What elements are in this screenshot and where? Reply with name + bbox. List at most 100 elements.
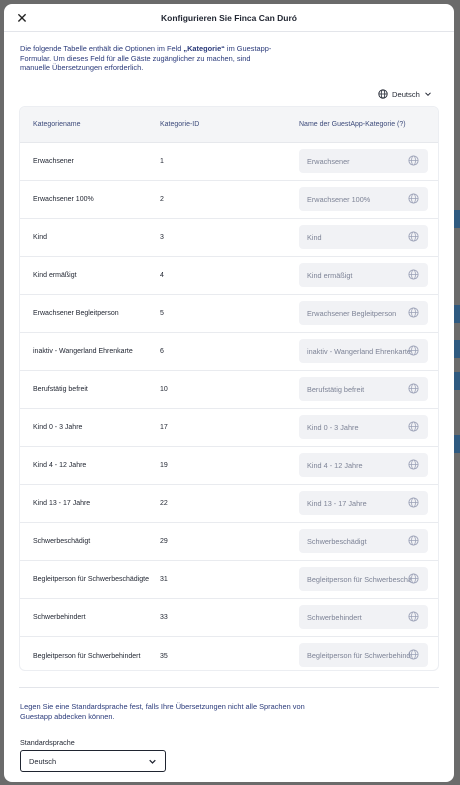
globe-icon[interactable]	[408, 269, 419, 282]
backdrop-strip	[454, 435, 460, 453]
globe-icon[interactable]	[408, 307, 419, 320]
close-icon[interactable]: ✕	[14, 10, 30, 26]
guestapp-name-input[interactable]: Begleitperson für Schwerbeschädigte	[299, 567, 428, 591]
table-row: Begleitperson für Schwerbeschädigte 31 Beg…	[20, 561, 438, 599]
guestapp-name-placeholder: Kind 4 - 12 Jahre	[307, 460, 363, 470]
backdrop-strip	[454, 210, 460, 228]
default-language-select[interactable]: Deutsch	[20, 750, 166, 772]
language-selector[interactable]: Deutsch	[378, 86, 432, 102]
default-language-value: Deutsch	[29, 756, 57, 766]
globe-icon[interactable]	[408, 421, 419, 434]
category-name: Kind 0 - 3 Jahre	[33, 424, 83, 431]
header-guestapp-name: Name der GuestApp-Kategorie (?)	[299, 121, 406, 128]
category-id: 19	[160, 462, 168, 469]
chevron-down-icon	[148, 757, 157, 768]
category-id: 17	[160, 424, 168, 431]
guestapp-name-input[interactable]: Erwachsener	[299, 149, 428, 173]
guestapp-name-input[interactable]: Kind 13 - 17 Jahre	[299, 491, 428, 515]
configure-modal: ✕ Konfigurieren Sie Finca Can Duró Die f…	[4, 4, 454, 782]
guestapp-name-input[interactable]: Erwachsener Begleitperson	[299, 301, 428, 325]
category-id: 1	[160, 158, 164, 165]
category-name: Kind 4 - 12 Jahre	[33, 462, 87, 469]
category-name: inaktiv - Wangerland Ehrenkarte	[33, 348, 133, 355]
guestapp-name-placeholder: Erwachsener Begleitperson	[307, 308, 397, 318]
category-name: Schwerbeschädigt	[33, 538, 91, 545]
guestapp-name-placeholder: inaktiv - Wangerland Ehrenkarte	[307, 346, 411, 356]
default-language-label: Standardsprache	[20, 738, 75, 747]
globe-icon[interactable]	[408, 649, 419, 662]
category-name: Schwerbehindert	[33, 614, 86, 621]
table-row: Kind 0 - 3 Jahre 17 Kind 0 - 3 Jahre	[20, 409, 438, 447]
globe-icon[interactable]	[408, 231, 419, 244]
table-body: Erwachsener 1 Erwachsener Erwachsener 100% 2…	[20, 143, 438, 670]
category-id: 6	[160, 348, 164, 355]
language-selector-value: Deutsch	[392, 89, 420, 99]
category-id: 5	[160, 310, 164, 317]
table-header: Kategoriename Kategorie-ID Name der Gues…	[20, 107, 438, 143]
category-name: Begleitperson für Schwerbeschädigte	[33, 576, 149, 583]
table-row: Schwerbehindert 33 Schwerbehindert	[20, 599, 438, 637]
intro-text: Die folgende Tabelle enthält die Optione…	[20, 44, 282, 73]
guestapp-name-input[interactable]: Kind	[299, 225, 428, 249]
table-row: Kind ermäßigt 4 Kind ermäßigt	[20, 257, 438, 295]
guestapp-name-placeholder: Kind 13 - 17 Jahre	[307, 498, 367, 508]
globe-icon[interactable]	[408, 497, 419, 510]
category-id: 33	[160, 614, 168, 621]
category-id: 31	[160, 576, 168, 583]
modal-header: ✕ Konfigurieren Sie Finca Can Duró	[4, 4, 454, 32]
category-id: 3	[160, 234, 164, 241]
table-row: Kind 3 Kind	[20, 219, 438, 257]
table-row: Schwerbeschädigt 29 Schwerbeschädigt	[20, 523, 438, 561]
guestapp-name-placeholder: Begleitperson für Schwerbeschädigte	[307, 574, 411, 584]
table-row: Begleitperson für Schwerbehindert 35 Begle…	[20, 637, 438, 670]
category-name: Kind 13 - 17 Jahre	[33, 500, 91, 507]
category-name: Erwachsener 100%	[33, 196, 94, 203]
default-language-hint: Legen Sie eine Standardsprache fest, fal…	[20, 702, 305, 721]
guestapp-name-input[interactable]: Erwachsener 100%	[299, 187, 428, 211]
guestapp-name-input[interactable]: inaktiv - Wangerland Ehrenkarte	[299, 339, 428, 363]
globe-icon[interactable]	[408, 459, 419, 472]
globe-icon[interactable]	[408, 611, 419, 624]
category-name: Kind ermäßigt	[33, 272, 77, 279]
guestapp-name-placeholder: Kind 0 - 3 Jahre	[307, 422, 359, 432]
guestapp-name-placeholder: Erwachsener 100%	[307, 194, 371, 204]
globe-icon[interactable]	[408, 383, 419, 396]
backdrop-strip	[454, 305, 460, 323]
guestapp-name-placeholder: Kind ermäßigt	[307, 270, 353, 280]
backdrop-strip	[454, 340, 460, 358]
category-name: Berufstätig befreit	[33, 386, 88, 393]
table-row: Kind 13 - 17 Jahre 22 Kind 13 - 17 Jahre	[20, 485, 438, 523]
globe-icon[interactable]	[408, 193, 419, 206]
header-category-name: Kategoriename	[33, 121, 81, 128]
guestapp-name-input[interactable]: Kind 0 - 3 Jahre	[299, 415, 428, 439]
guestapp-name-input[interactable]: Schwerbehindert	[299, 605, 428, 629]
globe-icon[interactable]	[408, 535, 419, 548]
category-id: 10	[160, 386, 168, 393]
guestapp-name-input[interactable]: Kind ermäßigt	[299, 263, 428, 287]
guestapp-name-input[interactable]: Schwerbeschädigt	[299, 529, 428, 553]
table-row: Erwachsener Begleitperson 5 Erwachsener Be…	[20, 295, 438, 333]
category-id: 4	[160, 272, 164, 279]
guestapp-name-input[interactable]: Begleitperson für Schwerbehindert	[299, 643, 428, 667]
guestapp-name-placeholder: Begleitperson für Schwerbehindert	[307, 650, 411, 660]
guestapp-name-placeholder: Schwerbehindert	[307, 612, 362, 622]
category-name: Kind	[33, 234, 48, 241]
globe-icon[interactable]	[408, 345, 419, 358]
guestapp-name-placeholder: Berufstätig befreit	[307, 384, 365, 394]
category-id: 29	[160, 538, 168, 545]
globe-icon[interactable]	[408, 155, 419, 168]
intro-field-name: „Kategorie“	[183, 44, 225, 53]
globe-icon	[378, 89, 388, 99]
chevron-down-icon	[424, 90, 432, 98]
category-name: Erwachsener	[33, 158, 74, 165]
guestapp-name-input[interactable]: Berufstätig befreit	[299, 377, 428, 401]
category-id: 22	[160, 500, 168, 507]
globe-icon[interactable]	[408, 573, 419, 586]
table-row: Erwachsener 1 Erwachsener	[20, 143, 438, 181]
table-row: Kind 4 - 12 Jahre 19 Kind 4 - 12 Jahre	[20, 447, 438, 485]
guestapp-name-placeholder: Schwerbeschädigt	[307, 536, 367, 546]
table-row: Berufstätig befreit 10 Berufstätig befreit	[20, 371, 438, 409]
table-row: inaktiv - Wangerland Ehrenkarte 6 inaktiv …	[20, 333, 438, 371]
guestapp-name-input[interactable]: Kind 4 - 12 Jahre	[299, 453, 428, 477]
guestapp-name-placeholder: Erwachsener	[307, 156, 350, 166]
